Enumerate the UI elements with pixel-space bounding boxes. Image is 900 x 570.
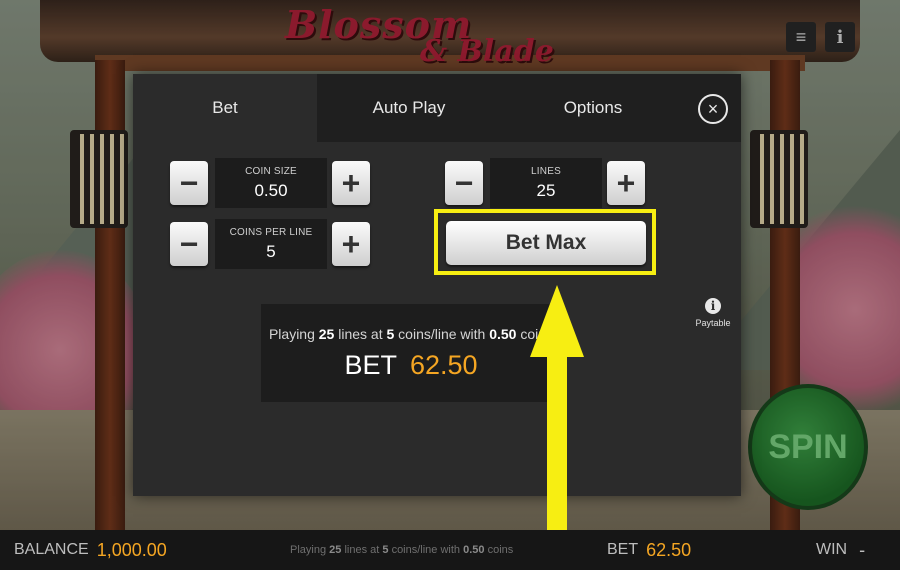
coins-per-line-label: COINS PER LINE bbox=[229, 227, 313, 238]
coins-per-line-increase-button[interactable]: + bbox=[332, 222, 370, 266]
coin-size-value: 0.50 bbox=[254, 181, 288, 200]
coins-per-line-field: COINS PER LINE 5 bbox=[215, 219, 327, 269]
bottom-info-mid1: lines at bbox=[344, 544, 380, 556]
lines-increase-button[interactable]: + bbox=[607, 161, 645, 205]
bottom-info-mid2: coins/line with bbox=[391, 544, 461, 556]
lines-label: LINES bbox=[531, 166, 561, 177]
win-label: WIN bbox=[816, 541, 848, 558]
balance-display: BALANCE 1,000.00 bbox=[14, 530, 167, 570]
lines-value: 25 bbox=[536, 181, 556, 200]
bottom-info-coin-size: 0.50 bbox=[463, 544, 485, 556]
bottom-bet-info: Playing 25 lines at 5 coins/line with 0.… bbox=[290, 530, 513, 570]
win-value: - bbox=[859, 539, 866, 560]
summary-lines: 25 bbox=[318, 326, 335, 342]
bet-max-highlight-box bbox=[434, 209, 656, 275]
bet-total-value: 62.50 bbox=[409, 350, 478, 380]
paytable-label: Paytable bbox=[695, 318, 731, 328]
coins-per-line-decrease-button[interactable]: − bbox=[170, 222, 208, 266]
bet-settings-modal: Bet Auto Play Options × − COIN SIZE 0.50… bbox=[133, 74, 741, 496]
bottom-info-prefix: Playing bbox=[290, 544, 327, 556]
bottom-bet-value: 62.50 bbox=[646, 539, 692, 560]
bet-total-label: BET bbox=[344, 350, 397, 380]
coin-size-decrease-button[interactable]: − bbox=[170, 161, 208, 205]
bet-summary-text: Playing 25 lines at 5 coins/line with 0.… bbox=[261, 326, 561, 342]
summary-mid2: coins/line with bbox=[398, 326, 486, 342]
pointer-arrow-icon bbox=[530, 285, 584, 357]
paytable-info-icon: i bbox=[705, 298, 721, 314]
bet-summary-panel: Playing 25 lines at 5 coins/line with 0.… bbox=[261, 304, 561, 402]
summary-coins: 5 bbox=[386, 326, 395, 342]
bet-total: BET 62.50 bbox=[261, 350, 561, 381]
close-icon[interactable]: × bbox=[698, 94, 728, 124]
bottom-info-suffix: coins bbox=[487, 544, 514, 556]
bottom-info-coins: 5 bbox=[382, 544, 389, 556]
coins-per-line-value: 5 bbox=[266, 242, 276, 261]
lines-field: LINES 25 bbox=[490, 158, 602, 208]
balance-label: BALANCE bbox=[14, 541, 89, 558]
lines-decrease-button[interactable]: − bbox=[445, 161, 483, 205]
bottom-bet-display: BET 62.50 bbox=[607, 530, 691, 570]
summary-mid1: lines at bbox=[338, 326, 383, 342]
tab-auto-play[interactable]: Auto Play bbox=[317, 74, 501, 142]
modal-tabs: Bet Auto Play Options × bbox=[133, 74, 741, 142]
win-display: WIN - bbox=[816, 530, 865, 570]
balance-value: 1,000.00 bbox=[96, 539, 167, 560]
paytable-button[interactable]: i Paytable bbox=[689, 298, 737, 328]
bottom-info-lines: 25 bbox=[329, 544, 342, 556]
tab-bet[interactable]: Bet bbox=[133, 74, 317, 142]
tab-options[interactable]: Options bbox=[501, 74, 685, 142]
bottom-status-bar: BALANCE 1,000.00 Playing 25 lines at 5 c… bbox=[0, 530, 900, 570]
summary-prefix: Playing bbox=[268, 326, 315, 342]
coin-size-field: COIN SIZE 0.50 bbox=[215, 158, 327, 208]
coin-size-increase-button[interactable]: + bbox=[332, 161, 370, 205]
coin-size-label: COIN SIZE bbox=[245, 166, 297, 177]
summary-coin-size: 0.50 bbox=[489, 326, 517, 342]
bottom-bet-label: BET bbox=[607, 541, 639, 558]
